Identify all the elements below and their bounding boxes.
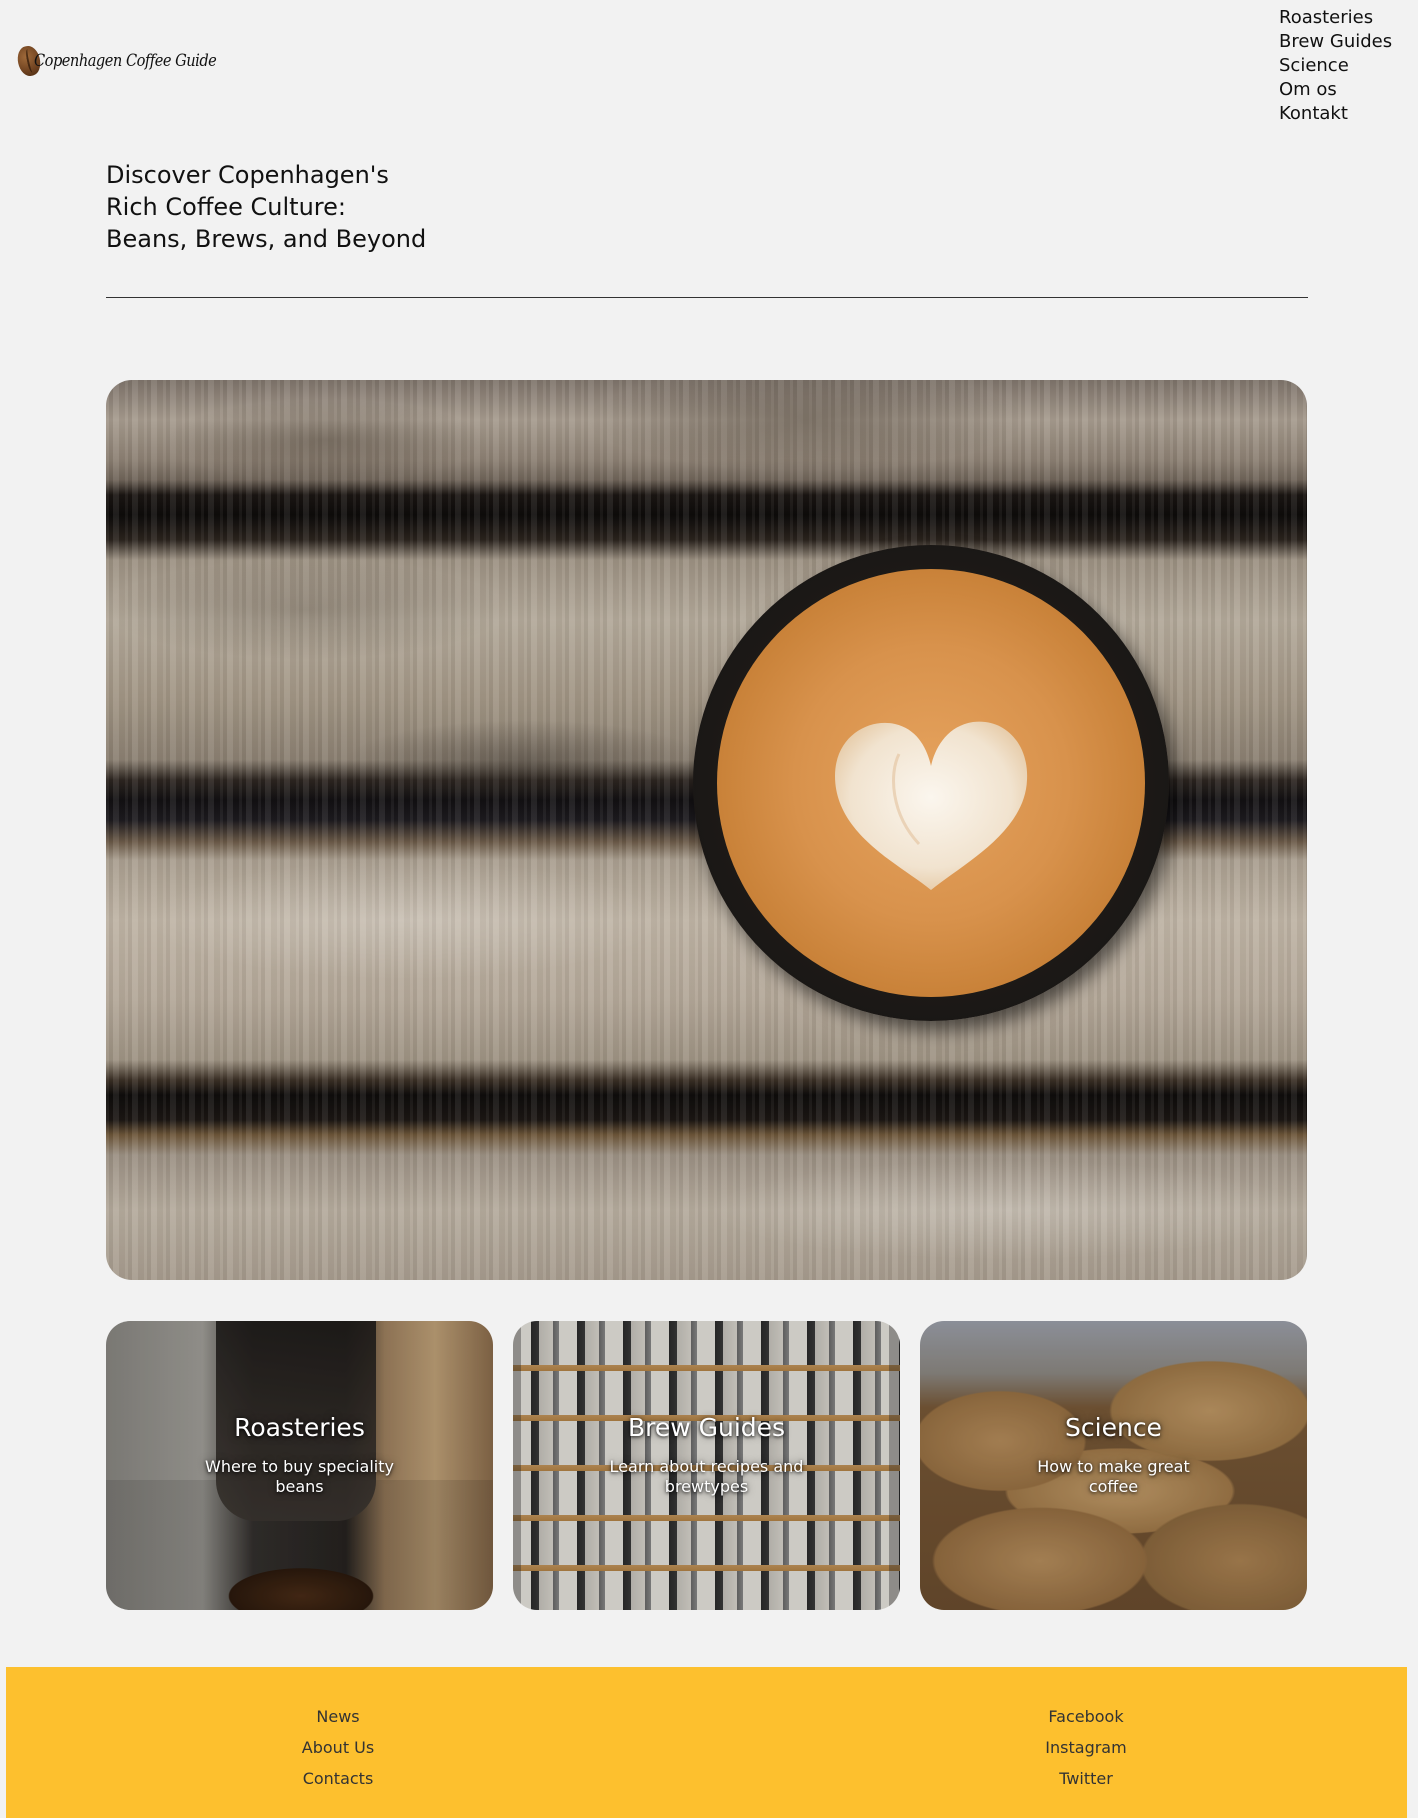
- card-text: Brew Guides Learn about recipes and brew…: [513, 1411, 900, 1497]
- nav-link-kontakt[interactable]: Kontakt: [1279, 102, 1392, 126]
- hero-image-latte: [106, 380, 1307, 1280]
- site-footer: News About Us Contacts Facebook Instagra…: [6, 1667, 1407, 1818]
- main-nav: Roasteries Brew Guides Science Om os Kon…: [1279, 6, 1392, 126]
- card-text: Roasteries Where to buy speciality beans: [106, 1411, 493, 1497]
- footer-link-contacts[interactable]: Contacts: [303, 1763, 374, 1794]
- site-logo[interactable]: Copenhagen Coffee Guide: [15, 44, 246, 78]
- card-subtitle: How to make great coffee: [1037, 1457, 1190, 1496]
- category-cards: Roasteries Where to buy speciality beans…: [106, 1321, 1307, 1610]
- footer-links-site: News About Us Contacts: [233, 1701, 443, 1794]
- nav-link-science[interactable]: Science: [1279, 54, 1392, 78]
- footer-link-about-us[interactable]: About Us: [302, 1732, 374, 1763]
- card-title: Roasteries: [234, 1413, 365, 1442]
- footer-link-news[interactable]: News: [316, 1701, 359, 1732]
- card-roasteries[interactable]: Roasteries Where to buy speciality beans: [106, 1321, 493, 1610]
- page-title-line: Rich Coffee Culture:: [106, 193, 346, 221]
- latte-crema: [717, 569, 1145, 997]
- footer-link-instagram[interactable]: Instagram: [1045, 1732, 1126, 1763]
- card-title: Brew Guides: [627, 1413, 786, 1442]
- footer-links-social: Facebook Instagram Twitter: [981, 1701, 1191, 1794]
- footer-link-twitter[interactable]: Twitter: [1059, 1763, 1113, 1794]
- logo-text: Copenhagen Coffee Guide: [34, 51, 217, 71]
- nav-link-om-os[interactable]: Om os: [1279, 78, 1392, 102]
- nav-link-roasteries[interactable]: Roasteries: [1279, 6, 1392, 30]
- coffee-cup: [693, 545, 1169, 1021]
- footer-link-facebook[interactable]: Facebook: [1048, 1701, 1123, 1732]
- nav-link-brew-guides[interactable]: Brew Guides: [1279, 30, 1392, 54]
- page-title: Discover Copenhagen's Rich Coffee Cultur…: [106, 159, 426, 255]
- card-subtitle: Where to buy speciality beans: [205, 1457, 394, 1496]
- card-science[interactable]: Science How to make great coffee: [920, 1321, 1307, 1610]
- page-title-line: Discover Copenhagen's: [106, 161, 389, 189]
- card-title: Science: [1065, 1413, 1162, 1442]
- card-text: Science How to make great coffee: [920, 1411, 1307, 1497]
- page-title-line: Beans, Brews, and Beyond: [106, 225, 427, 253]
- card-subtitle: Learn about recipes and brewtypes: [609, 1457, 804, 1496]
- latte-art-heart-icon: [835, 721, 1028, 890]
- section-divider: [106, 297, 1308, 298]
- card-brew-guides[interactable]: Brew Guides Learn about recipes and brew…: [513, 1321, 900, 1610]
